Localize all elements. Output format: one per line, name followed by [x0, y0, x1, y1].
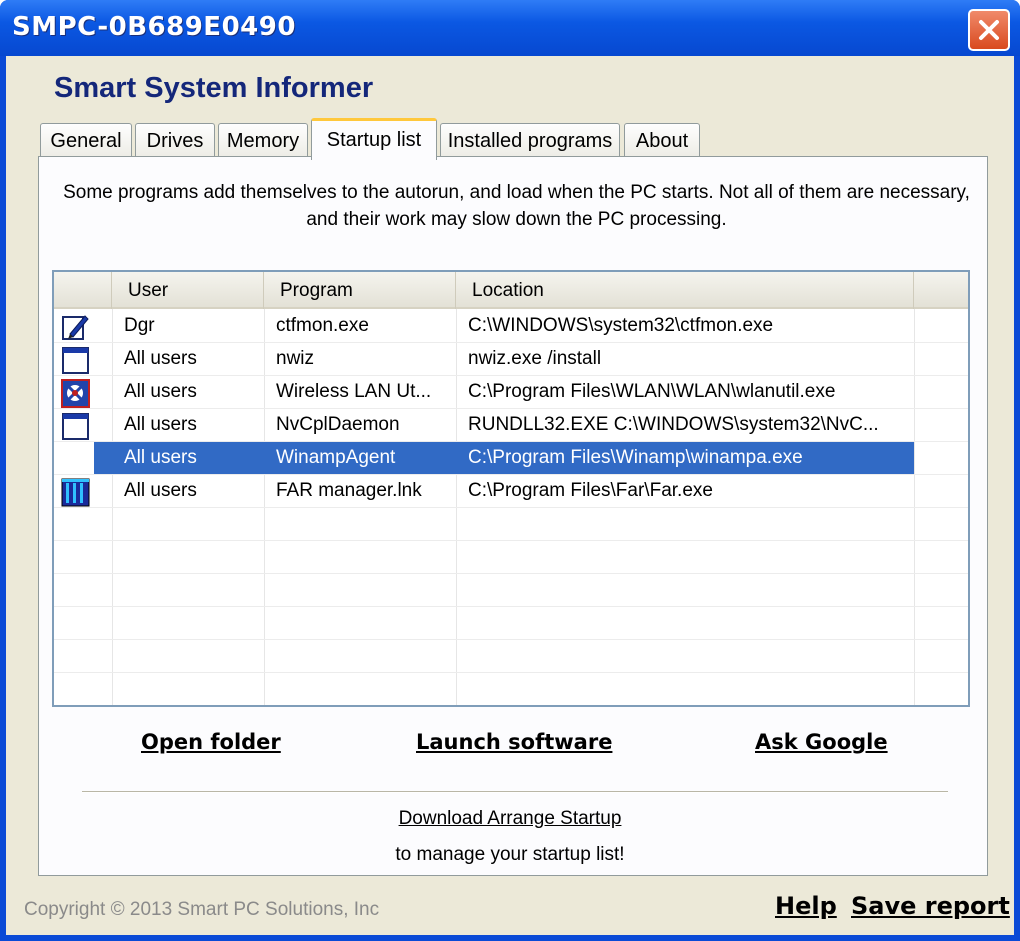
- close-icon: [979, 20, 999, 40]
- table-row[interactable]: All users Wireless LAN Ut... C:\Program …: [54, 376, 968, 409]
- tab-about[interactable]: About: [624, 123, 700, 159]
- tab-startup-list[interactable]: Startup list: [311, 118, 437, 160]
- save-report-link[interactable]: Save report: [851, 892, 1010, 920]
- window-app-icon: [62, 347, 89, 374]
- far-manager-icon: [61, 478, 90, 507]
- column-header-location[interactable]: Location: [456, 272, 914, 309]
- table-row[interactable]: All users FAR manager.lnk C:\Program Fil…: [54, 475, 968, 508]
- list-header: User Program Location: [54, 272, 968, 309]
- cell-program: NvCplDaemon: [276, 414, 400, 435]
- column-header-program[interactable]: Program: [264, 272, 456, 309]
- cell-user: All users: [124, 447, 197, 468]
- grid-line: [54, 606, 968, 607]
- column-header-filler: [914, 272, 968, 309]
- tab-drives[interactable]: Drives: [135, 123, 215, 159]
- startup-description: Some programs add themselves to the auto…: [63, 182, 970, 230]
- column-header-icon[interactable]: [54, 272, 112, 309]
- app-window: SMPC-0B689E0490 Smart System Informer Ge…: [0, 0, 1020, 941]
- cell-program: ctfmon.exe: [276, 315, 369, 336]
- tab-general[interactable]: General: [40, 123, 132, 159]
- window-app-icon: [62, 413, 89, 440]
- cell-location: C:\WINDOWS\system32\ctfmon.exe: [468, 315, 774, 336]
- download-arrange-startup-link[interactable]: Download Arrange Startup: [6, 808, 1014, 830]
- cell-location: nwiz.exe /install: [468, 348, 602, 369]
- table-row[interactable]: All users nwiz nwiz.exe /install: [54, 343, 968, 376]
- ask-google-link[interactable]: Ask Google: [755, 730, 888, 754]
- cell-user: Dgr: [124, 315, 155, 336]
- cell-user: All users: [124, 480, 197, 501]
- startup-list[interactable]: User Program Location Dgr ctfmon.exe C:\…: [52, 270, 970, 707]
- cell-location: RUNDLL32.EXE C:\WINDOWS\system32\NvC...: [468, 414, 879, 435]
- cell-program: nwiz: [276, 348, 315, 369]
- notepad-pen-icon: [62, 315, 89, 340]
- close-button[interactable]: [968, 9, 1010, 51]
- startup-list-panel: Some programs add themselves to the auto…: [38, 156, 988, 876]
- copyright-text: Copyright © 2013 Smart PC Solutions, Inc: [24, 899, 380, 920]
- cell-program: WinampAgent: [276, 447, 396, 468]
- cell-user: All users: [124, 348, 197, 369]
- grid-line: [54, 639, 968, 640]
- launch-software-link[interactable]: Launch software: [416, 730, 612, 754]
- table-row[interactable]: All users NvCplDaemon RUNDLL32.EXE C:\WI…: [54, 409, 968, 442]
- app-title: Smart System Informer: [54, 72, 374, 104]
- window-client-area: Smart System Informer General Drives Mem…: [6, 56, 1014, 935]
- column-header-user[interactable]: User: [112, 272, 264, 309]
- cell-location: C:\Program Files\Winamp\winampa.exe: [468, 447, 803, 468]
- grid-line: [54, 672, 968, 673]
- open-folder-link[interactable]: Open folder: [141, 730, 281, 754]
- promo-subtitle: to manage your startup list!: [395, 844, 625, 865]
- tab-memory[interactable]: Memory: [218, 123, 308, 159]
- window-title: SMPC-0B689E0490: [12, 12, 296, 42]
- cell-program: FAR manager.lnk: [276, 480, 422, 501]
- help-link[interactable]: Help: [775, 892, 837, 920]
- cell-user: All users: [124, 381, 197, 402]
- wireless-network-icon: [61, 379, 90, 408]
- title-bar[interactable]: SMPC-0B689E0490: [0, 0, 1020, 56]
- cell-location: C:\Program Files\WLAN\WLAN\wlanutil.exe: [468, 381, 836, 402]
- divider: [82, 791, 948, 793]
- tab-installed-programs[interactable]: Installed programs: [440, 123, 620, 159]
- grid-line: [54, 540, 968, 541]
- table-row[interactable]: Dgr ctfmon.exe C:\WINDOWS\system32\ctfmo…: [54, 310, 968, 343]
- cell-program: Wireless LAN Ut...: [276, 381, 432, 402]
- table-row-selected[interactable]: All users WinampAgent C:\Program Files\W…: [54, 442, 968, 475]
- grid-line: [54, 573, 968, 574]
- cell-location: C:\Program Files\Far\Far.exe: [468, 480, 713, 501]
- cell-user: All users: [124, 414, 197, 435]
